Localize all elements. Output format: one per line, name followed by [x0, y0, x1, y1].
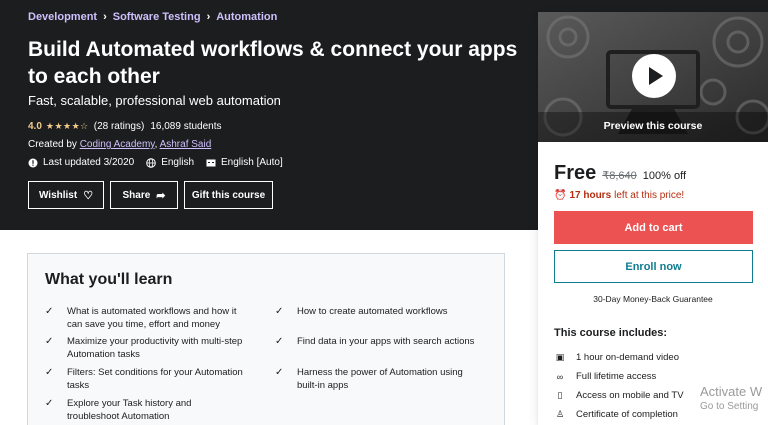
discount-percent: 100% off: [642, 170, 687, 182]
course-subtitle: Fast, scalable, professional web automat…: [28, 93, 281, 108]
author-link-ashraf-said[interactable]: Ashraf Said: [160, 139, 212, 150]
meta-row: Last updated 3/2020 English English [Aut…: [28, 157, 295, 168]
what-youll-learn: What you'll learn ✓ What is automated wo…: [27, 253, 505, 425]
author-separator: ,: [154, 139, 158, 150]
purchase-sidebar: Preview this course Free ₹8,640 100% off…: [538, 12, 768, 425]
includes-item-label: Certificate of completion: [576, 409, 678, 420]
globe-icon: [146, 157, 157, 168]
rating-value: 4.0: [28, 121, 42, 132]
video-icon: ▣: [555, 352, 565, 362]
rating-row: 4.0 ★★★★☆ (28 ratings) 16,089 students: [28, 121, 222, 132]
gift-label: Gift this course: [191, 189, 266, 201]
timer-suffix: left at this price!: [614, 190, 685, 201]
ratings-count-link[interactable]: (28 ratings): [94, 121, 145, 132]
windows-activation-watermark: Activate W Go to Setting: [700, 384, 762, 412]
price-timer: ⏰ 17 hours left at this price!: [554, 190, 684, 201]
breadcrumb-development[interactable]: Development: [28, 11, 97, 23]
enroll-now-button[interactable]: Enroll now: [554, 250, 753, 283]
learn-item: ✓ Explore your Task history and troubles…: [45, 397, 245, 423]
course-preview-video[interactable]: Preview this course: [538, 12, 768, 142]
learn-item-text: Filters: Set conditions for your Automat…: [67, 367, 243, 391]
check-icon: ✓: [275, 306, 284, 317]
alert-badge-icon: [28, 158, 38, 167]
includes-item: ▯ Access on mobile and TV: [554, 386, 684, 405]
price-row: Free ₹8,640 100% off: [554, 162, 686, 185]
course-title: Build Automated workflows & connect your…: [28, 38, 518, 88]
check-icon: ✓: [275, 336, 284, 347]
learn-item: ✓ How to create automated workflows: [275, 305, 475, 318]
timer-hours: 17 hours: [569, 190, 612, 201]
author-link-coding-academy[interactable]: Coding Academy: [80, 139, 155, 150]
includes-item: ♙ Certificate of completion: [554, 405, 684, 424]
certificate-icon: ♙: [555, 409, 565, 419]
check-icon: ✓: [45, 306, 54, 317]
preview-label: Preview this course: [603, 120, 703, 132]
breadcrumb-software-testing[interactable]: Software Testing: [113, 11, 201, 23]
star-rating-icon: ★★★★☆: [45, 121, 89, 131]
includes-title: This course includes:: [554, 327, 668, 339]
learn-item: ✓ Find data in your apps with search act…: [275, 335, 475, 348]
check-icon: ✓: [45, 367, 54, 378]
learn-title: What you'll learn: [45, 271, 173, 288]
learn-item-text: Find data in your apps with search actio…: [297, 336, 475, 347]
heart-icon: ♡: [83, 189, 94, 202]
last-updated-text: Last updated 3/2020: [43, 157, 135, 168]
learn-item: ✓ Maximize your productivity with multi-…: [45, 335, 245, 361]
includes-item: ▣ 1 hour on-demand video: [554, 348, 684, 367]
captions: English [Auto]: [206, 157, 283, 168]
wishlist-label: Wishlist: [38, 189, 78, 201]
includes-item: ∞ Full lifetime access: [554, 367, 684, 386]
learn-item: ✓ Harness the power of Automation using …: [275, 366, 475, 392]
money-back-guarantee: 30-Day Money-Back Guarantee: [593, 294, 713, 304]
created-by-label: Created by: [28, 139, 77, 150]
original-price: ₹8,640: [602, 170, 637, 182]
learn-item-text: Maximize your productivity with multi-st…: [67, 336, 243, 360]
learn-item: ✓ What is automated workflows and how it…: [45, 305, 245, 331]
learn-item-text: How to create automated workflows: [297, 306, 448, 317]
hero-actions: Wishlist ♡ Share ➦ Gift this course: [28, 181, 279, 209]
includes-item-label: Full lifetime access: [576, 371, 657, 382]
language-text: English: [161, 157, 195, 168]
created-by-row: Created by Coding Academy, Ashraf Said: [28, 139, 211, 150]
chevron-right-icon: ›: [103, 11, 107, 23]
check-icon: ✓: [45, 398, 54, 409]
add-to-cart-button[interactable]: Add to cart: [554, 211, 753, 244]
wishlist-button[interactable]: Wishlist ♡: [28, 181, 104, 209]
captions-icon: [206, 159, 216, 166]
share-label: Share: [122, 189, 151, 201]
language: English: [146, 157, 194, 168]
breadcrumb: Development › Software Testing › Automat…: [28, 11, 277, 23]
learn-item-text: Harness the power of Automation using bu…: [297, 367, 463, 391]
captions-text: English [Auto]: [221, 157, 283, 168]
current-price: Free: [554, 162, 597, 184]
learn-item: ✓ Filters: Set conditions for your Autom…: [45, 366, 245, 392]
alarm-clock-icon: ⏰: [554, 190, 567, 201]
students-count: 16,089 students: [150, 121, 222, 132]
includes-list: ▣ 1 hour on-demand video ∞ Full lifetime…: [554, 348, 684, 424]
mobile-icon: ▯: [557, 390, 563, 400]
chevron-right-icon: ›: [206, 11, 211, 23]
learn-item-text: What is automated workflows and how it c…: [67, 306, 237, 330]
share-arrow-icon: ➦: [156, 189, 166, 202]
includes-item-label: 1 hour on-demand video: [576, 352, 679, 363]
watermark-line1: Activate W: [700, 384, 763, 399]
last-updated: Last updated 3/2020: [28, 157, 134, 168]
check-icon: ✓: [275, 367, 284, 378]
infinity-icon: ∞: [556, 371, 564, 382]
watermark-line2: Go to Setting: [700, 401, 759, 412]
check-icon: ✓: [45, 336, 54, 347]
breadcrumb-automation[interactable]: Automation: [216, 11, 277, 23]
includes-item-label: Access on mobile and TV: [576, 390, 684, 401]
play-icon[interactable]: [632, 54, 676, 98]
share-button[interactable]: Share ➦: [110, 181, 178, 209]
gift-course-button[interactable]: Gift this course: [184, 181, 273, 209]
learn-item-text: Explore your Task history and troublesho…: [67, 398, 192, 422]
